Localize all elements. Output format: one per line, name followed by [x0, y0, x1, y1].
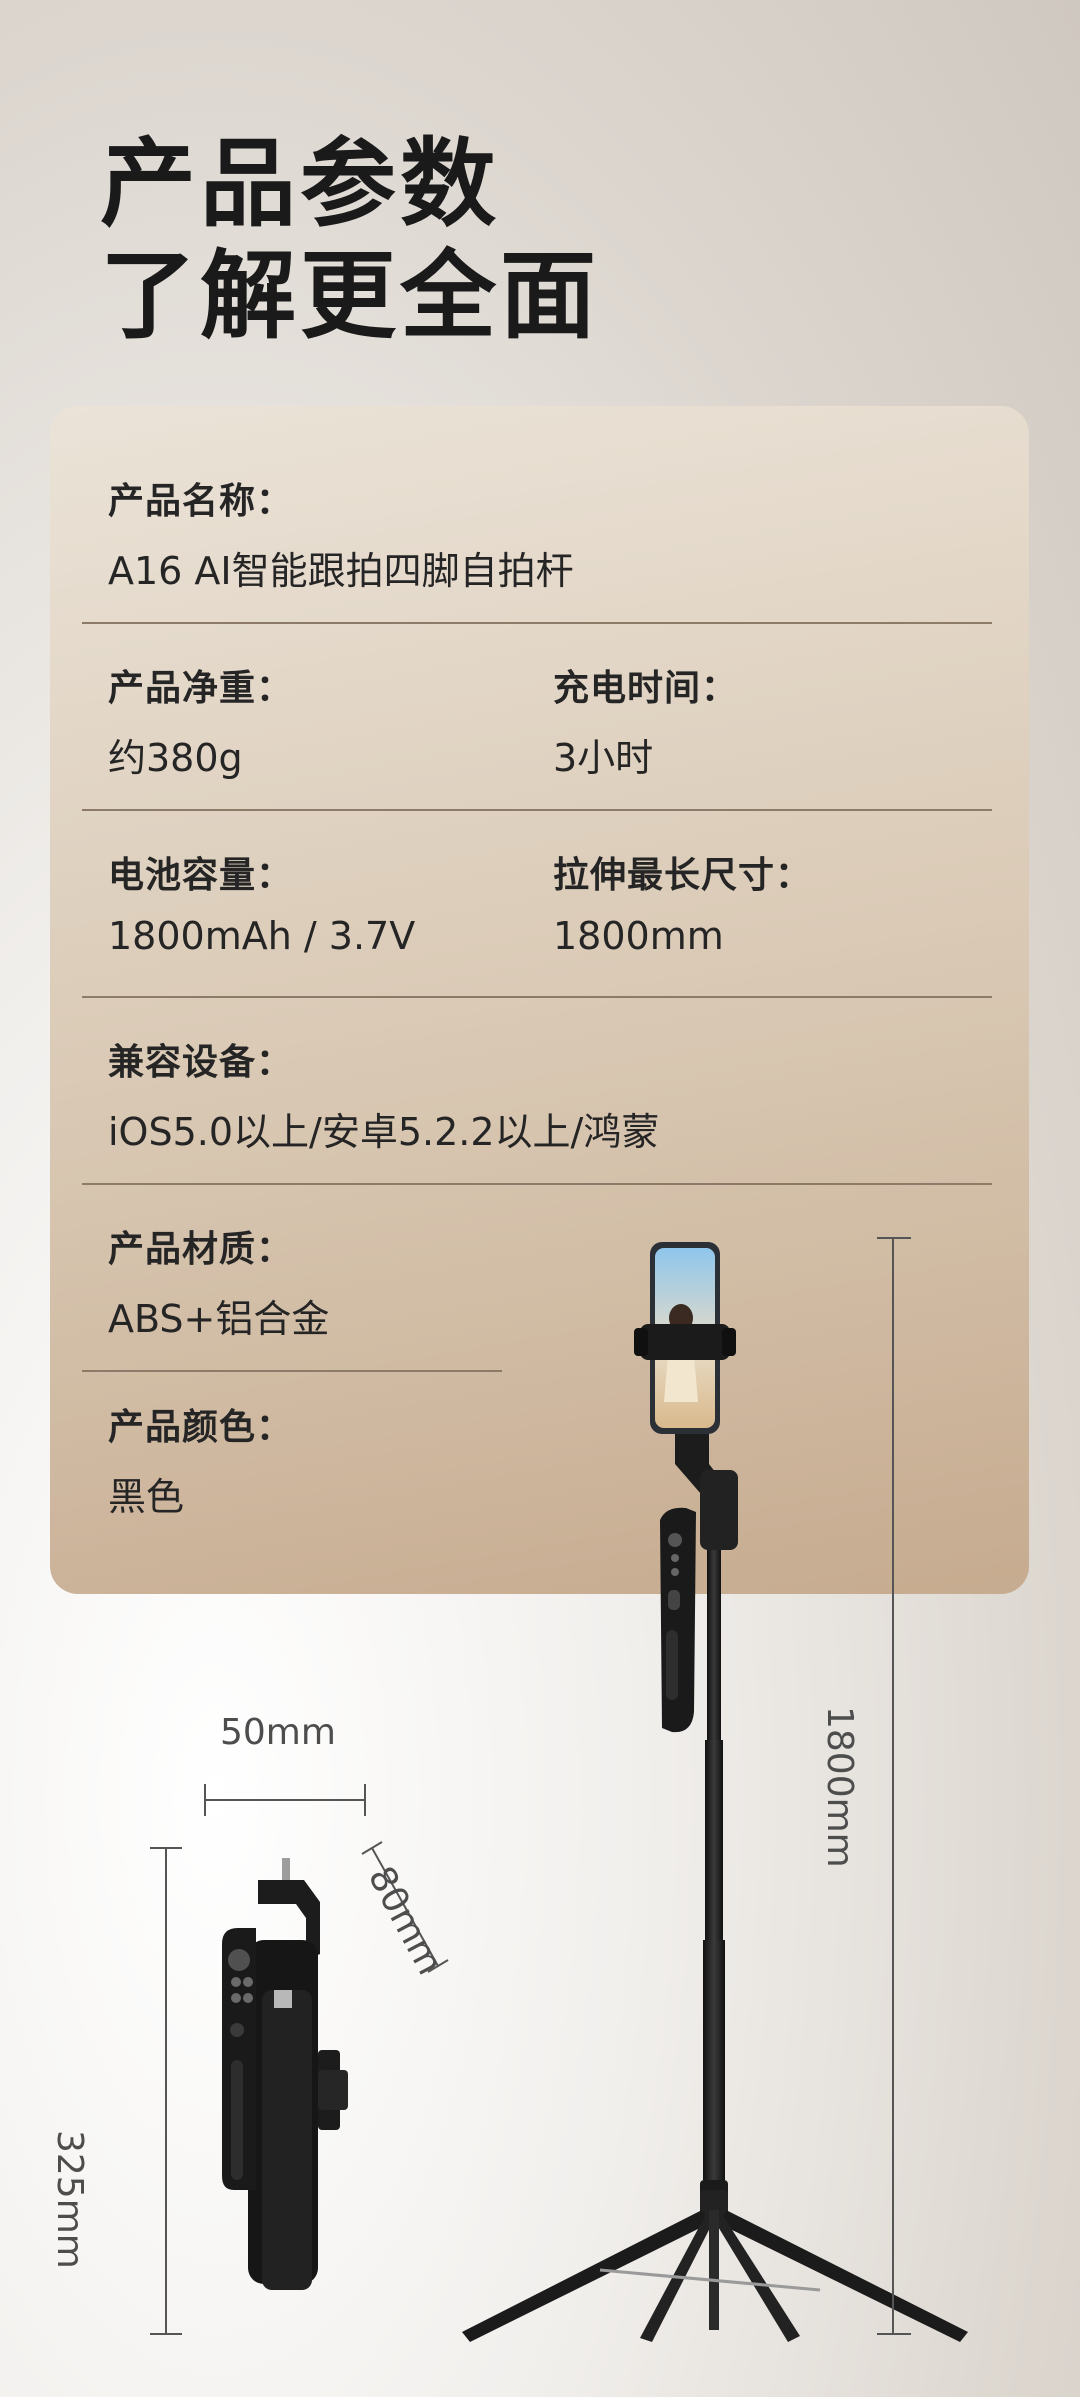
dimension-width-label: 50mm: [220, 1712, 336, 1753]
dimension-folded-height-label: 325mm: [49, 2130, 90, 2269]
dimension-extended-height-label: 1800mm: [819, 1706, 860, 1868]
product-illustration: [150, 1237, 968, 2342]
folded-selfie-stick: [222, 1858, 348, 2290]
